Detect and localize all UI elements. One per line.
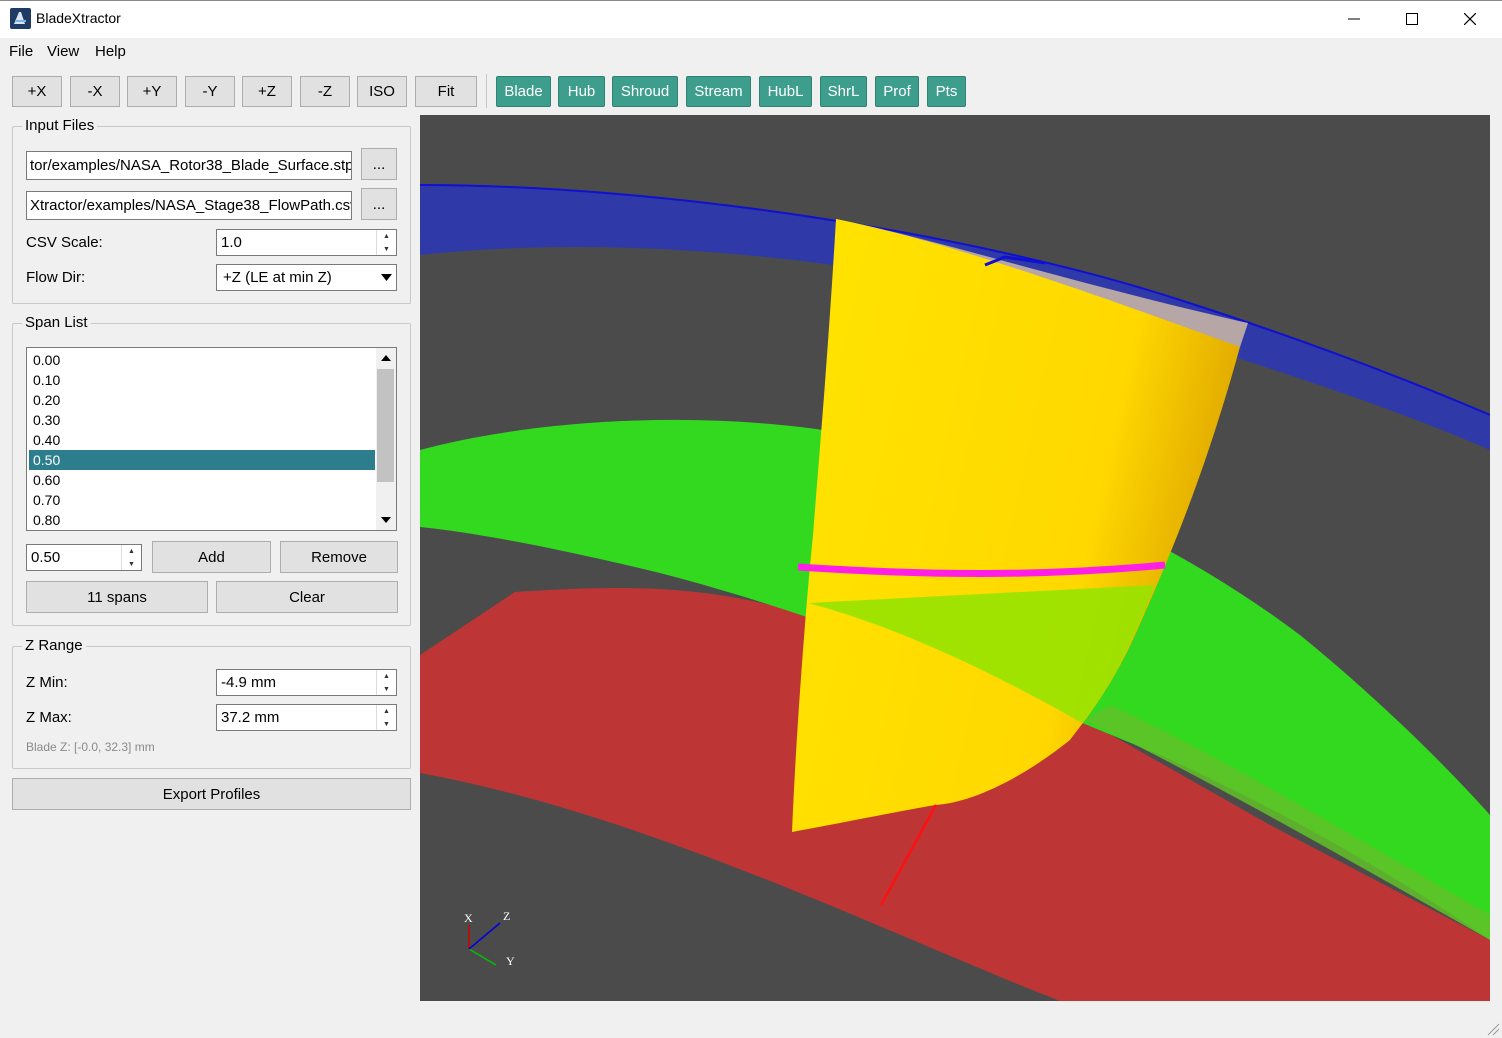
span-list-title: Span List (22, 314, 91, 331)
view-plus-x-button[interactable]: +X (12, 76, 62, 107)
csv-scale-spin-arrows[interactable]: ▲ ▼ (376, 230, 396, 255)
view-plus-z-button[interactable]: +Z (242, 76, 292, 107)
span-list[interactable]: 0.00 0.10 0.20 0.30 0.40 0.50 0.60 0.70 … (26, 347, 397, 531)
toggle-shroud-button[interactable]: Shroud (612, 76, 678, 107)
z-max-spin-arrows[interactable]: ▲ ▼ (376, 705, 396, 730)
close-icon (1464, 13, 1476, 25)
clear-spans-button[interactable]: Clear (216, 581, 398, 613)
spin-up-icon: ▲ (383, 672, 390, 680)
z-min-spin-arrows[interactable]: ▲ ▼ (376, 670, 396, 695)
flow-dir-label: Flow Dir: (26, 269, 86, 286)
z-min-spinbox[interactable]: -4.9 mm ▲ ▼ (216, 669, 397, 696)
menu-view[interactable]: View (47, 43, 79, 60)
list-item[interactable]: 0.30 (29, 410, 375, 430)
app-icon (10, 8, 31, 29)
remove-span-button[interactable]: Remove (280, 541, 398, 573)
menu-bar (0, 38, 1502, 64)
view-iso-button[interactable]: ISO (357, 76, 407, 107)
input-files-title: Input Files (22, 117, 98, 134)
axis-z-label: Z (503, 909, 510, 923)
flow-dir-value: +Z (LE at min Z) (223, 269, 332, 286)
browse-step-button[interactable]: ... (361, 148, 397, 180)
chevron-down-icon (376, 274, 396, 281)
view-plus-y-button[interactable]: +Y (127, 76, 177, 107)
maximize-icon (1406, 13, 1418, 25)
spin-down-icon: ▼ (383, 720, 390, 728)
list-item[interactable]: 0.00 (29, 350, 375, 370)
toggle-prof-button[interactable]: Prof (875, 76, 919, 107)
csv-file-input[interactable]: Xtractor/examples/NASA_Stage38_FlowPath.… (26, 191, 352, 220)
toggle-stream-button[interactable]: Stream (686, 76, 751, 107)
list-item[interactable]: 0.70 (29, 490, 375, 510)
step-file-input[interactable]: tor/examples/NASA_Rotor38_Blade_Surface.… (26, 151, 352, 180)
toggle-shrl-button[interactable]: ShrL (820, 76, 867, 107)
fit-view-button[interactable]: Fit (415, 76, 477, 107)
toggle-pts-button[interactable]: Pts (927, 76, 966, 107)
toggle-blade-button[interactable]: Blade (496, 76, 551, 107)
view-minus-z-button[interactable]: -Z (300, 76, 350, 107)
flow-dir-select[interactable]: +Z (LE at min Z) (216, 264, 397, 291)
axis-y-label: Y (506, 954, 515, 968)
span-value: 0.50 (31, 549, 61, 566)
menu-file[interactable]: File (9, 43, 33, 60)
z-min-value: -4.9 mm (221, 674, 277, 691)
scene-render[interactable]: X Z Y (420, 115, 1490, 1001)
axis-x-label: X (464, 911, 473, 925)
window-title: BladeXtractor (36, 10, 121, 26)
z-max-spinbox[interactable]: 37.2 mm ▲ ▼ (216, 704, 397, 731)
toolbar-separator (486, 74, 487, 108)
list-item[interactable]: 0.40 (29, 430, 375, 450)
scroll-up-icon[interactable] (381, 355, 391, 361)
toggle-hubl-button[interactable]: HubL (759, 76, 812, 107)
axes-triad (468, 922, 501, 966)
list-item[interactable]: 0.10 (29, 370, 375, 390)
minimize-button[interactable] (1325, 0, 1383, 38)
list-item[interactable]: 0.20 (29, 390, 375, 410)
span-value-spinbox[interactable]: 0.50 ▲ ▼ (26, 544, 142, 571)
add-span-button[interactable]: Add (152, 541, 271, 573)
3d-viewport[interactable]: X Z Y (420, 115, 1490, 1001)
list-item-selected[interactable]: 0.50 (29, 450, 375, 470)
toggle-hub-button[interactable]: Hub (558, 76, 605, 107)
spin-up-icon: ▲ (383, 707, 390, 715)
list-item[interactable]: 0.80 (29, 510, 375, 530)
csv-scale-label: CSV Scale: (26, 234, 103, 251)
spin-down-icon: ▼ (383, 245, 390, 253)
spin-up-icon: ▲ (383, 232, 390, 240)
close-button[interactable] (1441, 0, 1499, 38)
span-count-button[interactable]: 11 spans (26, 581, 208, 613)
resize-grip-icon[interactable] (1486, 1022, 1500, 1036)
z-max-value: 37.2 mm (221, 709, 280, 726)
browse-csv-button[interactable]: ... (361, 188, 397, 220)
maximize-button[interactable] (1383, 0, 1441, 38)
list-item[interactable]: 0.60 (29, 470, 375, 490)
span-spin-arrows[interactable]: ▲ ▼ (121, 545, 141, 570)
export-profiles-button[interactable]: Export Profiles (12, 778, 411, 810)
z-max-label: Z Max: (26, 709, 72, 726)
z-min-label: Z Min: (26, 674, 68, 691)
csv-scale-value: 1.0 (221, 234, 242, 251)
blade-z-info: Blade Z: [-0.0, 32.3] mm (26, 740, 155, 754)
scroll-down-icon[interactable] (381, 517, 391, 523)
view-minus-x-button[interactable]: -X (70, 76, 120, 107)
spin-down-icon: ▼ (383, 685, 390, 693)
spin-up-icon: ▲ (128, 547, 135, 555)
menu-help[interactable]: Help (95, 43, 126, 60)
scroll-thumb[interactable] (377, 369, 394, 482)
csv-scale-spinbox[interactable]: 1.0 ▲ ▼ (216, 229, 397, 256)
minimize-icon (1348, 18, 1360, 20)
spin-down-icon: ▼ (128, 560, 135, 568)
list-scrollbar[interactable] (376, 348, 396, 530)
view-minus-y-button[interactable]: -Y (185, 76, 235, 107)
z-range-title: Z Range (22, 637, 86, 654)
title-bar (0, 0, 1502, 38)
